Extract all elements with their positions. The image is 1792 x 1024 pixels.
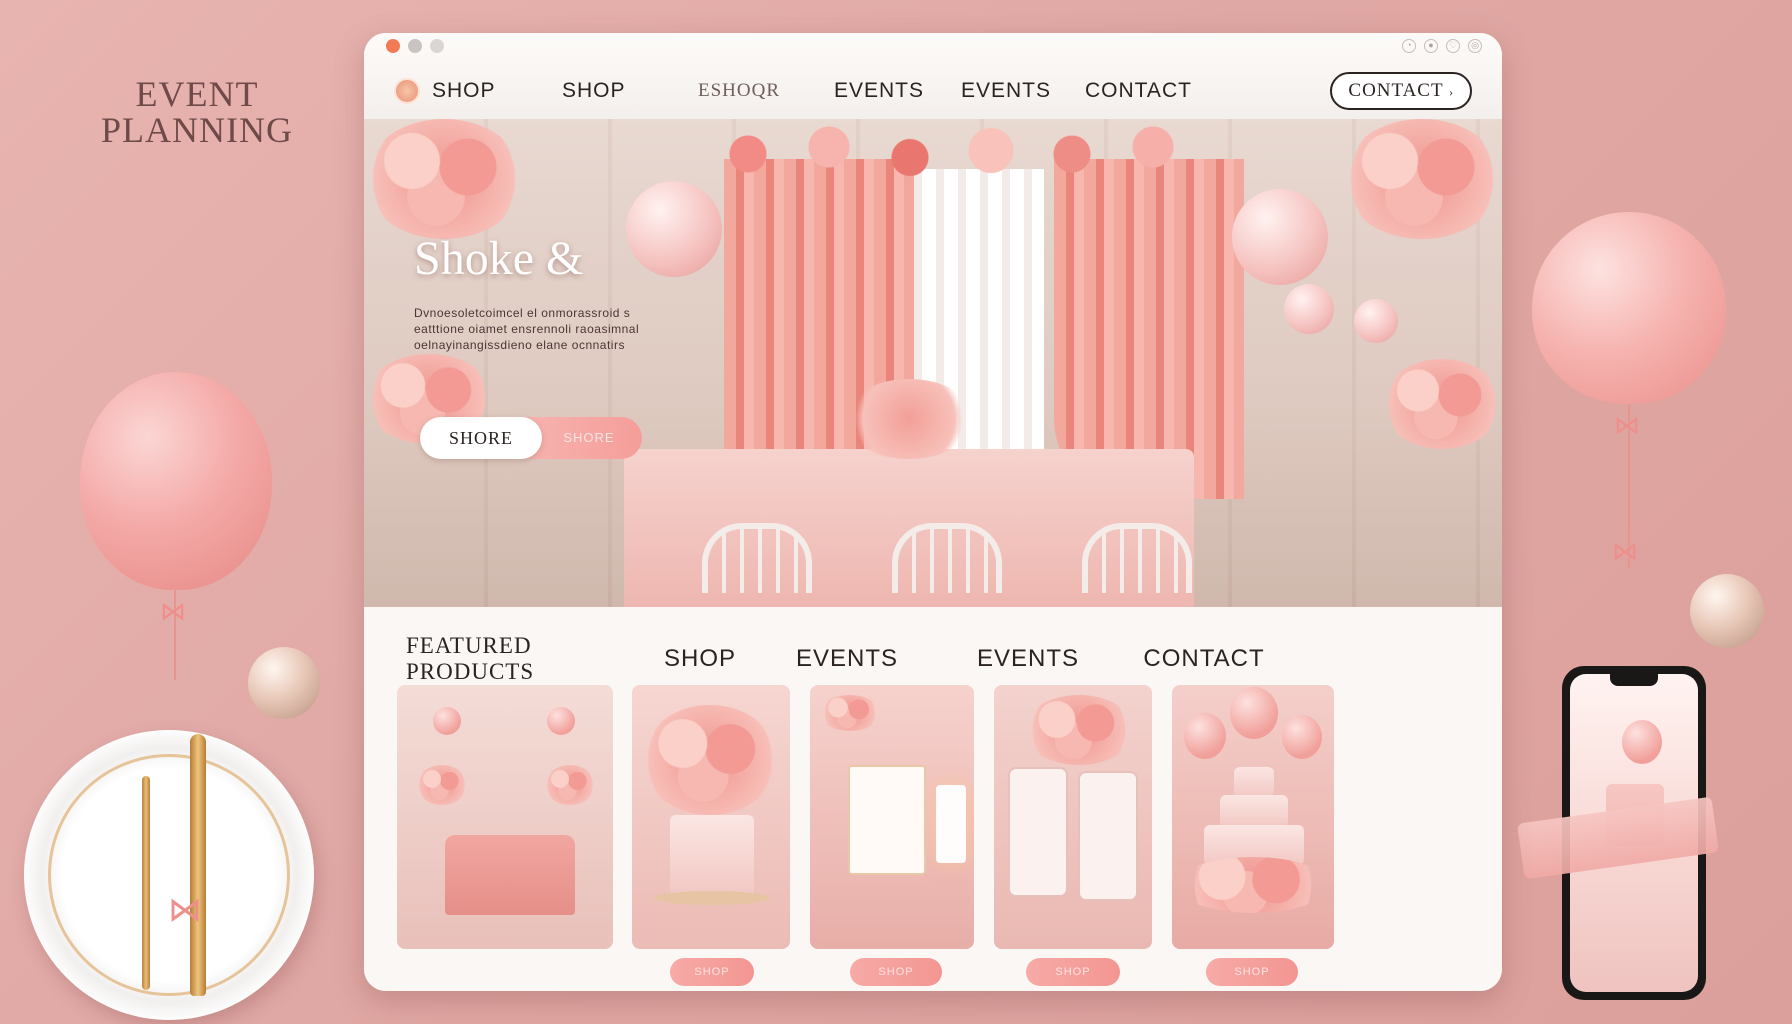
card-bouquet	[545, 765, 595, 805]
brand-logo-text: EVENT PLANNING	[92, 76, 302, 148]
phone-balloon	[1622, 720, 1662, 764]
cake-stand	[654, 891, 770, 905]
hero-title: Shoke &	[414, 232, 584, 285]
card-shop-button[interactable]: SHOP	[1206, 958, 1298, 986]
card-balloon	[1230, 687, 1278, 739]
floral-stand-right	[1382, 359, 1502, 449]
product-card-tiered-cake[interactable]	[1172, 685, 1334, 949]
card-lantern	[433, 707, 461, 735]
card-bouquet	[1024, 695, 1134, 765]
gold-knife	[190, 734, 206, 996]
candle	[936, 785, 966, 863]
ribbon-bow-icon: ⋈	[168, 891, 202, 929]
browser-window: ◔ ● ♡ ◎ SHOP SHOP ESHOQR EVENTS EVENTS C…	[364, 33, 1502, 991]
card-balloon	[1184, 713, 1226, 759]
invitation-card	[848, 765, 926, 875]
card-shop-button[interactable]: SHOP	[1026, 958, 1120, 986]
featured-tab-contact[interactable]: CONTACT	[1124, 643, 1284, 675]
hero-description-line: Dvnoesoletcoimcel el onmorassroid s	[414, 306, 631, 320]
card-cake	[670, 815, 754, 895]
card-bouquet	[820, 695, 880, 731]
card-lantern	[547, 707, 575, 735]
hero-description-line: oelnayinangissdieno elane ocnnatirs	[414, 338, 625, 352]
nav-events[interactable]: EVENTS	[834, 79, 961, 103]
contact-button-label: CONTACT	[1348, 80, 1444, 101]
featured-tab-shop[interactable]: SHOP	[620, 643, 780, 675]
white-chair	[702, 523, 812, 593]
nav-contact[interactable]: CONTACT	[1085, 79, 1192, 103]
nav-events-secondary[interactable]: EVENTS	[961, 79, 1085, 103]
chevron-right-icon: ›	[1449, 85, 1454, 99]
pink-curtain-right	[1054, 159, 1244, 499]
pink-balloon-right	[1532, 212, 1726, 404]
card-shop-button[interactable]: SHOP	[850, 958, 942, 986]
card-bouquet	[417, 765, 467, 805]
hero-balloon	[1354, 299, 1398, 343]
pearl-ornament	[1690, 574, 1764, 648]
user-icon[interactable]: ●	[1424, 39, 1438, 53]
featured-products-section: FEATURED PRODUCTS SHOP EVENTS EVENTS CON…	[364, 607, 1502, 991]
brand-logo-line2: PLANNING	[101, 110, 293, 150]
nav-shop-secondary[interactable]: SHOP	[562, 79, 698, 103]
ribbon-bow-icon: ⋈	[160, 596, 186, 626]
place-card	[1008, 767, 1068, 897]
browser-toolbar-icons: ◔ ● ♡ ◎	[1402, 39, 1482, 53]
round-table	[445, 835, 575, 915]
minimize-window-button[interactable]	[408, 39, 422, 53]
product-card-floral-cake[interactable]	[632, 685, 790, 949]
hero-primary-button[interactable]: SHORE	[420, 417, 542, 459]
place-card	[1078, 771, 1138, 901]
ribbon-bow-icon: ⋈	[1614, 410, 1640, 440]
pink-balloon-left	[80, 372, 272, 590]
floral-garland	[694, 119, 1234, 189]
phone-notch	[1610, 674, 1658, 686]
heart-icon[interactable]: ♡	[1446, 39, 1460, 53]
cake-tier	[1220, 795, 1288, 827]
hero-balloon	[1232, 189, 1328, 285]
hero-description: Dvnoesoletcoimcel el onmorassroid s eatt…	[414, 305, 704, 353]
title-bar: ◔ ● ♡ ◎ SHOP SHOP ESHOQR EVENTS EVENTS C…	[364, 33, 1502, 119]
close-window-button[interactable]	[386, 39, 400, 53]
card-shop-button[interactable]: SHOP	[670, 958, 754, 986]
product-card-tags[interactable]	[994, 685, 1152, 949]
plate-gold-rim	[48, 754, 290, 996]
featured-tab-events-secondary[interactable]: EVENTS	[948, 643, 1108, 675]
product-card-table-setup[interactable]	[397, 685, 613, 949]
card-balloon	[1282, 715, 1322, 759]
hero-balloon	[1284, 284, 1334, 334]
nav-eshoqr[interactable]: ESHOQR	[698, 80, 834, 102]
table-centerpiece	[844, 379, 974, 459]
card-bouquet	[1176, 857, 1330, 913]
window-controls	[386, 39, 444, 53]
maximize-window-button[interactable]	[430, 39, 444, 53]
contact-button[interactable]: CONTACT ›	[1330, 72, 1472, 110]
pearl-ornament	[248, 647, 320, 719]
hero-description-line: eatttione oiamet ensrennoli raoasimnal	[414, 322, 640, 336]
floral-corner-left	[364, 119, 524, 239]
hero-buttons: SHORE SHORE	[420, 417, 642, 459]
card-bouquet	[642, 705, 778, 815]
brand-logo-line1: EVENT	[135, 74, 259, 114]
settings-icon[interactable]: ◔	[1402, 39, 1416, 53]
featured-tab-events[interactable]: EVENTS	[764, 643, 930, 675]
hero-balloon	[626, 181, 722, 277]
floral-corner-right	[1342, 119, 1502, 239]
white-chair	[1082, 523, 1192, 593]
white-chair	[892, 523, 1002, 593]
hero-banner: Shoke & Dvnoesoletcoimcel el onmorassroi…	[364, 119, 1502, 607]
cake-tier	[1234, 767, 1274, 797]
menu-icon[interactable]: ◎	[1468, 39, 1482, 53]
product-card-invitations[interactable]	[810, 685, 974, 949]
ribbon-bow-icon: ⋈	[1612, 536, 1638, 566]
gold-fork	[142, 776, 150, 990]
main-nav: SHOP SHOP ESHOQR EVENTS EVENTS CONTACT C…	[394, 69, 1472, 113]
flower-logo-icon[interactable]	[394, 78, 420, 104]
nav-shop[interactable]: SHOP	[432, 79, 562, 103]
